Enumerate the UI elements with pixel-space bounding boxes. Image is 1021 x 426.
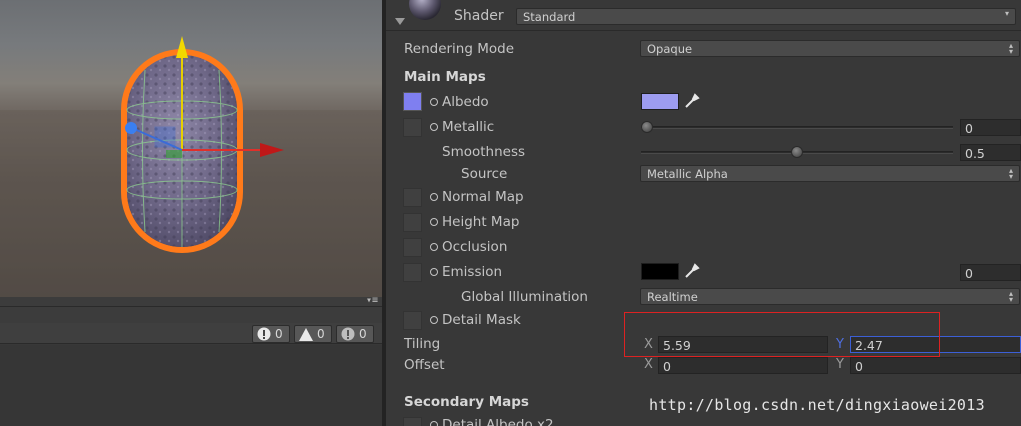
metallic-label: Metallic [442, 119, 495, 135]
albedo-color-swatch[interactable] [641, 93, 679, 110]
material-preview-sphere-icon [409, 0, 441, 20]
console-toolbar [0, 307, 382, 323]
smoothness-label: Smoothness [442, 144, 526, 160]
global-illumination-label: Global Illumination [461, 289, 588, 305]
console-warning-toggle[interactable]: 0 [294, 325, 332, 343]
eyedropper-icon[interactable] [684, 263, 700, 279]
secondary-maps-header: Secondary Maps [404, 394, 529, 410]
rendering-mode-label: Rendering Mode [404, 41, 515, 57]
emission-value-field[interactable]: 0 [960, 264, 1021, 281]
height-map-label: Height Map [442, 214, 520, 230]
warning-count: 0 [317, 327, 325, 341]
scene-canvas[interactable] [0, 0, 382, 297]
shader-dropdown[interactable]: Standard ▾ [516, 8, 1016, 25]
offset-y-label: Y [836, 357, 844, 372]
gizmo-y-arrow[interactable] [176, 36, 188, 58]
watermark-text: http://blog.csdn.net/dingxiaowei2013 [649, 396, 985, 414]
header-divider [386, 30, 1021, 31]
smoothness-value-field[interactable]: 0.5 [960, 144, 1021, 161]
source-label: Source [461, 166, 508, 182]
source-dropdown[interactable]: Metallic Alpha ▴ ▾ [640, 165, 1020, 182]
shader-value: Standard [523, 10, 576, 24]
info-icon [257, 327, 271, 341]
detail-mask-texture-slot[interactable] [403, 311, 422, 330]
updown-arrow-icon: ▴ ▾ [1008, 41, 1013, 56]
shader-label: Shader [454, 8, 504, 24]
updown-arrow-icon: ▴ ▾ [1008, 166, 1013, 181]
albedo-texture-slot[interactable] [403, 92, 422, 111]
occlusion-texture-slot[interactable] [403, 238, 422, 257]
offset-label: Offset [404, 357, 445, 373]
warning-icon [299, 327, 313, 341]
height-map-texture-slot[interactable] [403, 213, 422, 232]
metallic-slider-knob[interactable] [641, 121, 653, 133]
error-count: 0 [359, 327, 367, 341]
metallic-picker-icon[interactable] [430, 123, 438, 131]
offset-y-field[interactable]: 0 [850, 357, 1021, 374]
occlusion-label: Occlusion [442, 239, 508, 255]
console-info-toggle[interactable]: 0 [252, 325, 290, 343]
main-maps-header: Main Maps [404, 69, 486, 85]
metallic-texture-slot[interactable] [403, 118, 422, 137]
tiling-label: Tiling [404, 336, 441, 352]
albedo-picker-icon[interactable] [430, 98, 438, 106]
metallic-value-field[interactable]: 0 [960, 119, 1021, 136]
detail-albedo-label: Detail Albedo x2 [442, 417, 554, 426]
rendering-mode-dropdown[interactable]: Opaque ▴ ▾ [640, 40, 1020, 57]
detail-mask-label: Detail Mask [442, 312, 521, 328]
emission-label: Emission [442, 264, 503, 280]
updown-arrow-icon: ▴ ▾ [1008, 289, 1013, 304]
console-error-toggle[interactable]: 0 [336, 325, 374, 343]
info-count: 0 [275, 327, 283, 341]
offset-x-label: X [644, 357, 653, 372]
gizmo-plane-handle[interactable] [154, 126, 176, 148]
global-illumination-dropdown[interactable]: Realtime ▴ ▾ [640, 288, 1020, 305]
rendering-mode-value: Opaque [647, 42, 693, 56]
error-icon [341, 327, 355, 341]
metallic-slider-track[interactable] [641, 126, 953, 129]
normal-map-picker-icon[interactable] [430, 193, 438, 201]
emission-picker-icon[interactable] [430, 268, 438, 276]
offset-x-field[interactable]: 0 [658, 357, 828, 374]
occlusion-picker-icon[interactable] [430, 243, 438, 251]
console-menu-icon[interactable]: ▾≡ [366, 295, 378, 306]
detail-albedo-texture-slot[interactable] [403, 417, 422, 426]
material-inspector: Shader Standard ▾ Rendering Mode Opaque … [386, 0, 1021, 426]
scene-view[interactable] [0, 0, 382, 297]
gizmo-xz-plane-handle[interactable] [166, 150, 182, 158]
normal-map-label: Normal Map [442, 189, 524, 205]
source-value: Metallic Alpha [647, 167, 728, 181]
console-strip: ▾≡ [0, 295, 382, 307]
tiling-highlight-box [624, 312, 940, 357]
global-illumination-value: Realtime [647, 290, 698, 304]
console-log-area[interactable] [0, 345, 382, 426]
detail-mask-picker-icon[interactable] [430, 316, 438, 324]
eyedropper-icon[interactable] [684, 93, 700, 109]
smoothness-slider-knob[interactable] [791, 146, 803, 158]
height-map-picker-icon[interactable] [430, 218, 438, 226]
normal-map-texture-slot[interactable] [403, 188, 422, 207]
gizmo-z-handle[interactable] [125, 122, 137, 134]
detail-albedo-picker-icon[interactable] [430, 421, 438, 426]
albedo-label: Albedo [442, 94, 489, 110]
dropdown-arrow-icon: ▾ [1004, 9, 1009, 18]
emission-texture-slot[interactable] [403, 263, 422, 282]
emission-color-swatch[interactable] [641, 263, 679, 280]
